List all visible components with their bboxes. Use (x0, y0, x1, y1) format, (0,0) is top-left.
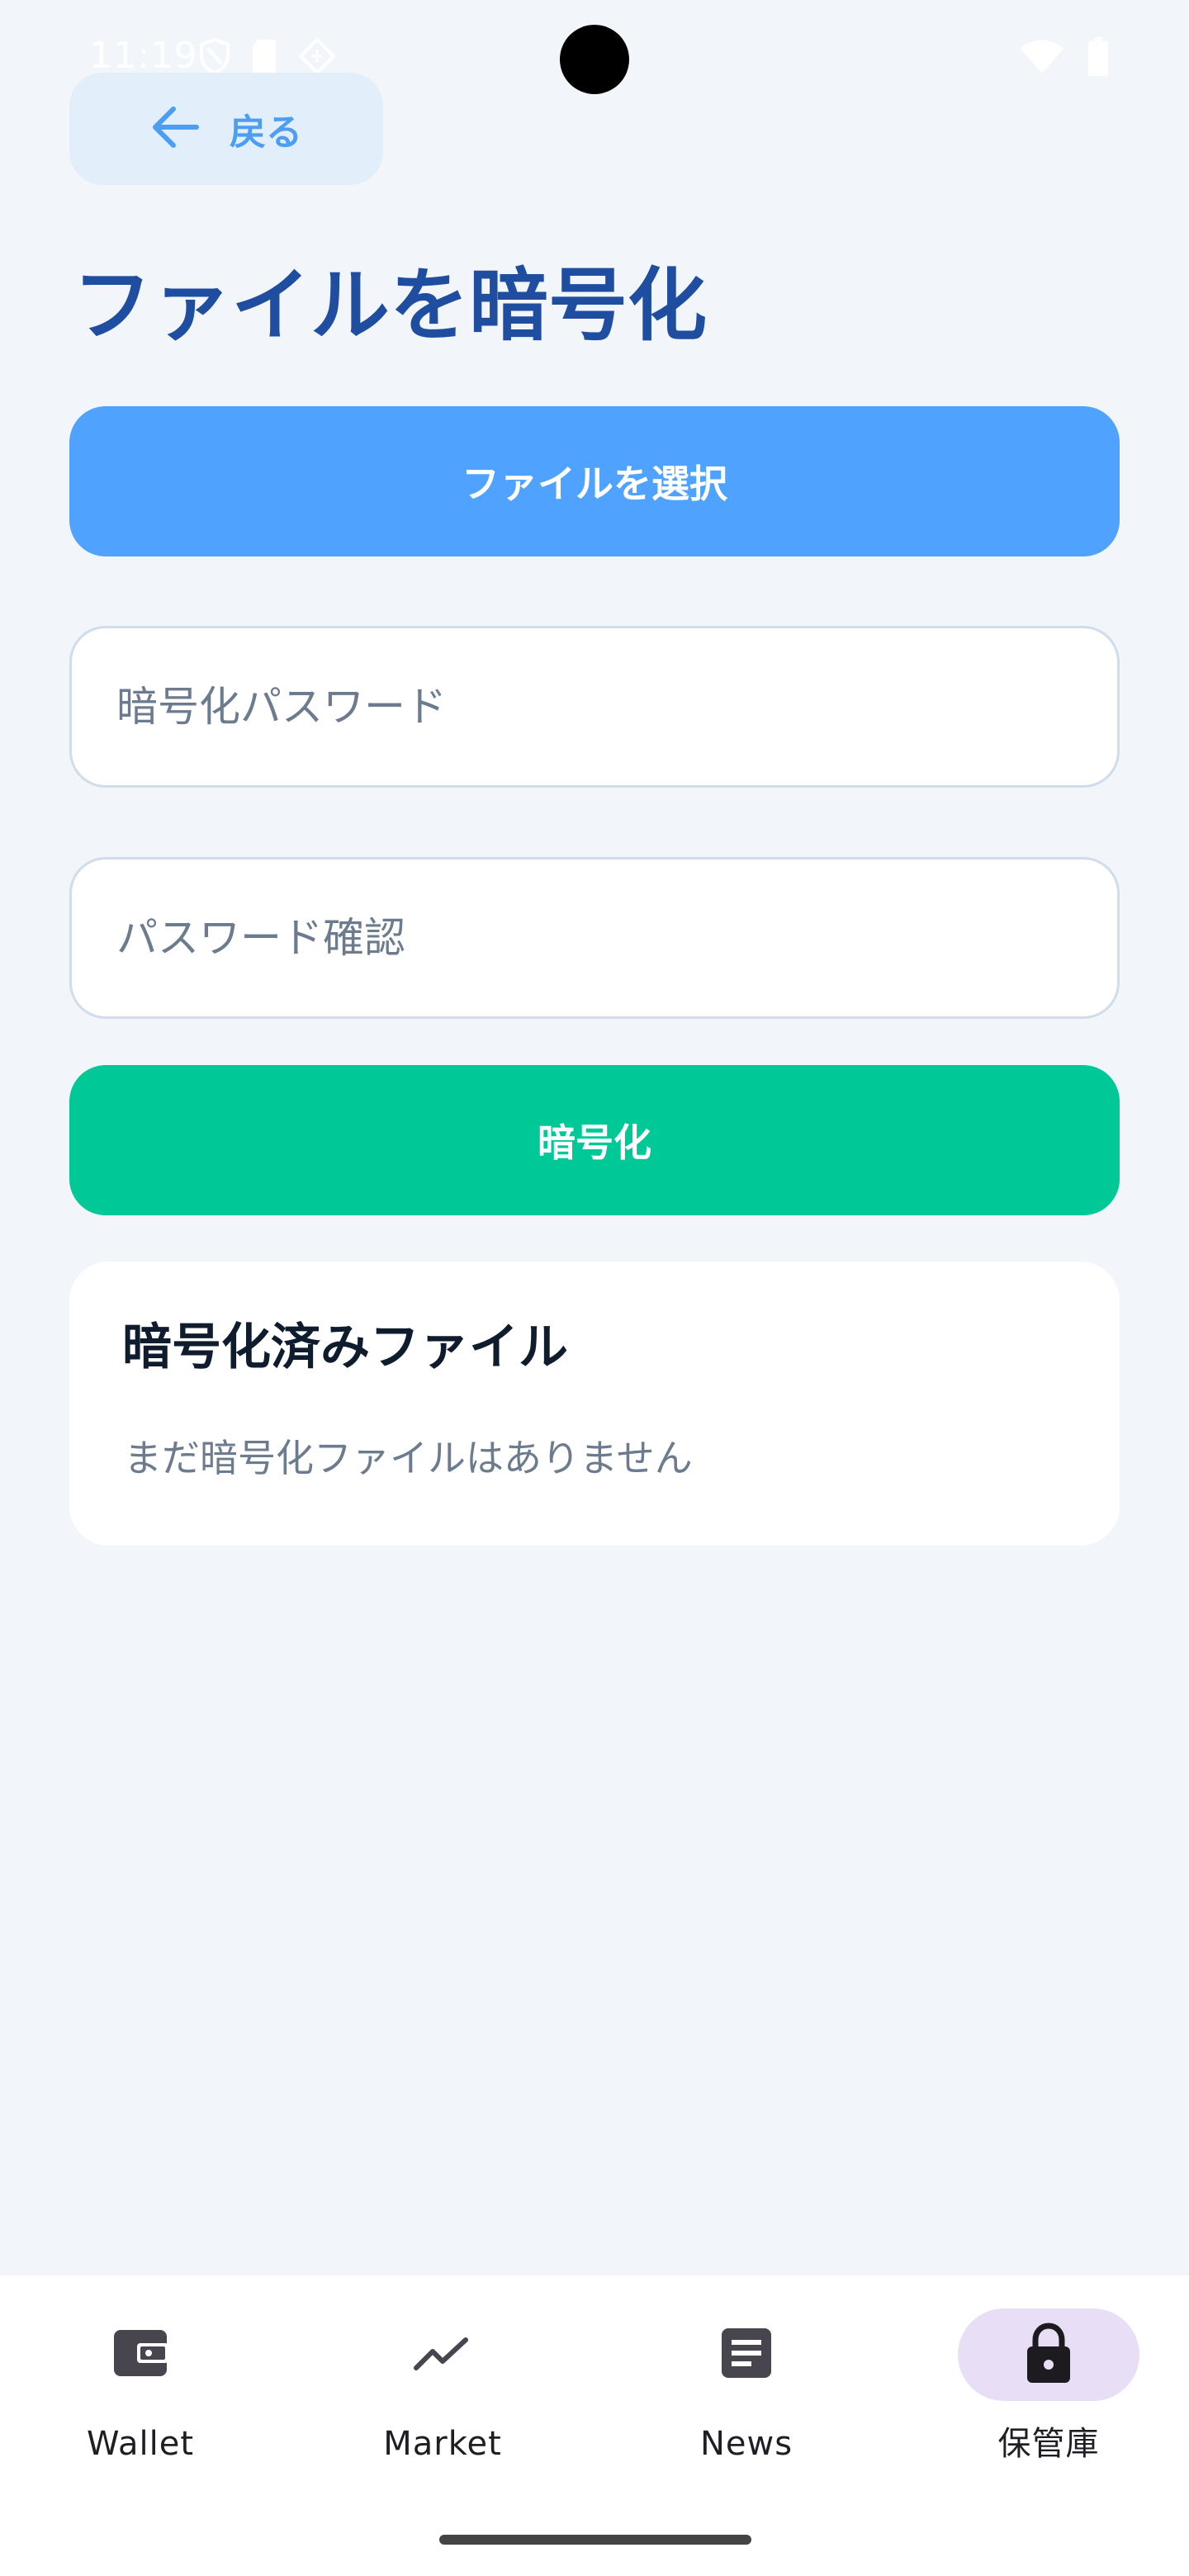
arrow-back-icon (150, 106, 200, 152)
home-indicator[interactable] (439, 2535, 751, 2545)
lock-icon (1024, 2322, 1073, 2388)
sd-card-icon (249, 38, 279, 78)
encrypted-files-title: 暗号化済みファイル (122, 1319, 568, 1376)
nav-item-vault[interactable]: 保管庫 (925, 2308, 1172, 2474)
nav-icon-container (352, 2308, 533, 2401)
nav-icon-container (50, 2308, 231, 2401)
encryption-password-field[interactable] (69, 626, 1120, 788)
nav-icon-container-active (958, 2308, 1139, 2401)
nav-label: Wallet (86, 2425, 195, 2463)
bottom-navigation: Wallet Market News 保管庫 (0, 2275, 1189, 2576)
back-label: 戻る (230, 111, 302, 154)
select-file-button[interactable]: ファイルを選択 (69, 406, 1120, 556)
empty-state-message: まだ暗号化ファイルはありません (124, 1436, 693, 1480)
camera-cutout (560, 25, 629, 94)
nav-item-wallet[interactable]: Wallet (17, 2308, 264, 2474)
nav-icon-container (656, 2308, 837, 2401)
back-button[interactable]: 戻る (69, 73, 383, 185)
nav-label: News (699, 2425, 793, 2463)
nav-label: Market (383, 2425, 502, 2463)
status-system-icons (1019, 37, 1110, 80)
wallet-icon (112, 2327, 168, 2383)
article-icon (720, 2327, 773, 2383)
wifi-icon (1019, 39, 1065, 78)
nav-item-market[interactable]: Market (319, 2308, 566, 2474)
encrypt-button[interactable]: 暗号化 (69, 1065, 1120, 1215)
trending-up-icon (413, 2333, 472, 2376)
encrypted-files-card: 暗号化済みファイル まだ暗号化ファイルはありません (69, 1262, 1120, 1546)
nav-label: 保管庫 (997, 2425, 1100, 2463)
password-confirm-field[interactable] (69, 857, 1120, 1019)
page-title: ファイルを暗号化 (73, 259, 707, 352)
status-time: 11:19 (89, 35, 198, 77)
battery-icon (1087, 37, 1110, 80)
nav-item-news[interactable]: News (623, 2308, 870, 2474)
